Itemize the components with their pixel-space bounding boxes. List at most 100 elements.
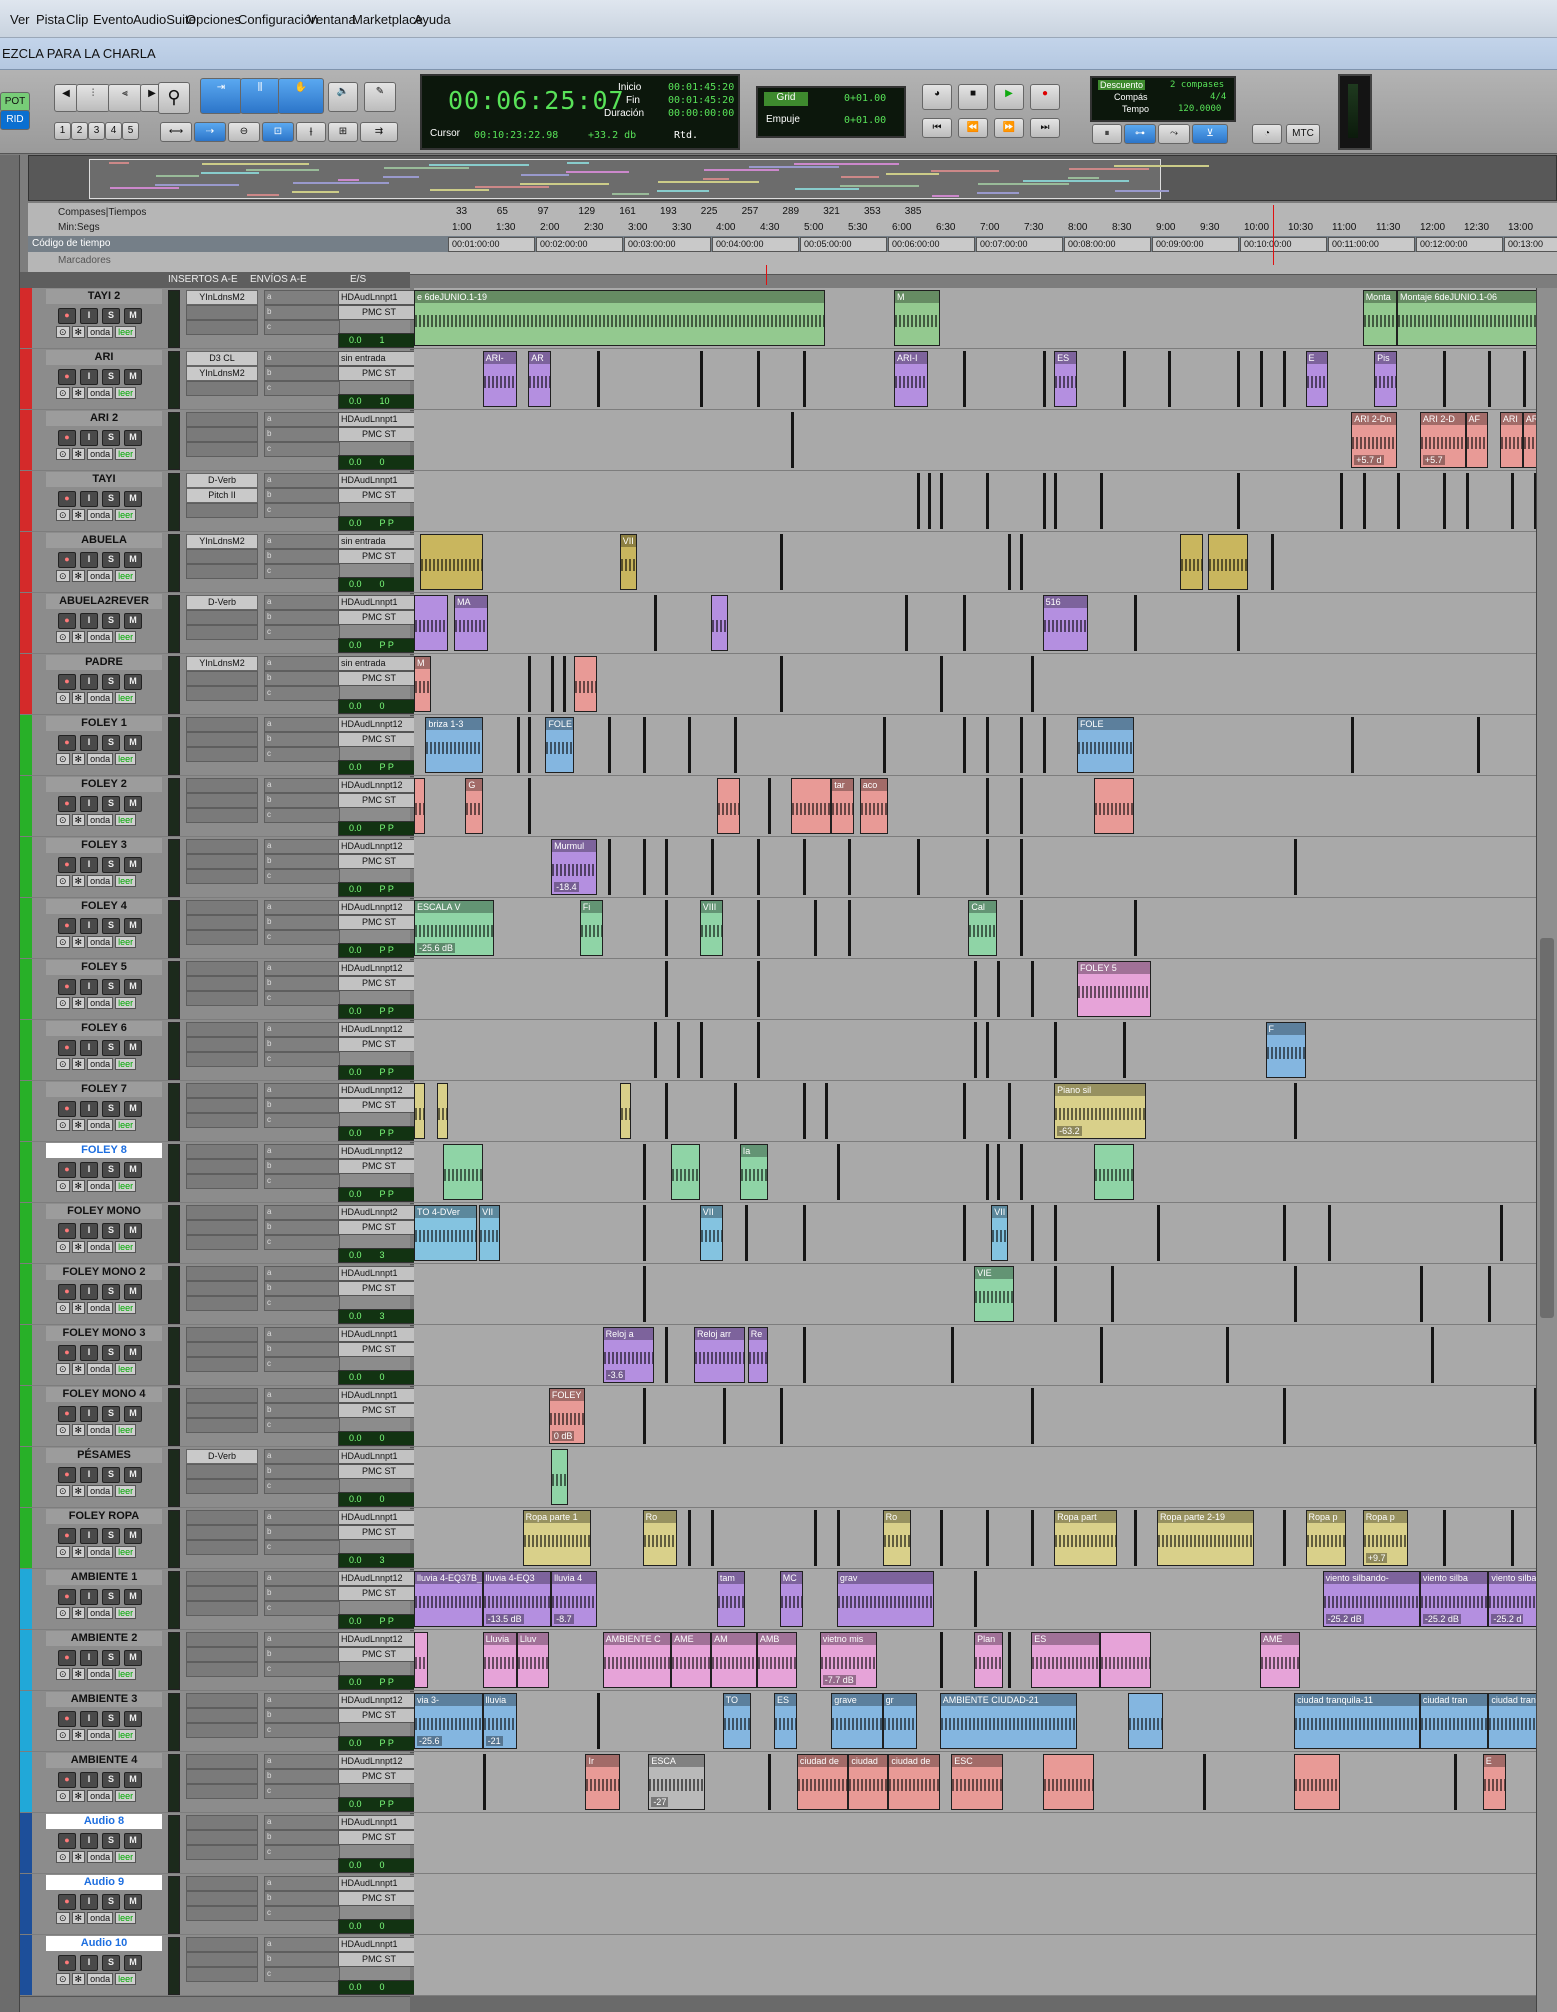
input-monitor-button[interactable]: I xyxy=(80,430,98,446)
insert-slot-empty[interactable] xyxy=(186,549,258,564)
send-slot[interactable]: a xyxy=(264,900,340,915)
pan-value[interactable]: 0 xyxy=(380,1921,385,1931)
output-selector[interactable]: PMC ST xyxy=(338,610,418,625)
automation-mode-selector[interactable]: leer xyxy=(115,692,137,704)
track-name[interactable]: ABUELA xyxy=(46,533,162,548)
volume-value[interactable]: 0.0 xyxy=(349,1921,362,1931)
side-panel-collapsed[interactable] xyxy=(0,155,20,2012)
track-color-bar[interactable] xyxy=(20,1813,32,1873)
audio-clip[interactable]: MA xyxy=(454,595,489,651)
clip-gain[interactable]: -18.4 xyxy=(554,882,579,892)
short-clip-mark[interactable] xyxy=(756,961,760,1017)
grid-value[interactable]: 0+01.00 xyxy=(844,93,886,104)
audio-clip[interactable]: e 6deJUNIO.1-19 xyxy=(414,290,826,346)
short-clip-mark[interactable] xyxy=(665,1083,669,1139)
input-monitor-button[interactable]: I xyxy=(80,1528,98,1544)
short-clip-mark[interactable] xyxy=(1031,961,1035,1017)
pan-value[interactable]: P P xyxy=(380,823,394,833)
track-view-selector[interactable]: onda xyxy=(87,1180,114,1192)
volume-pan-readout[interactable]: 0.0 0 xyxy=(338,577,416,592)
output-selector[interactable]: PMC ST xyxy=(338,1464,418,1479)
send-slot[interactable]: a xyxy=(264,1022,340,1037)
short-clip-mark[interactable] xyxy=(676,1022,680,1078)
short-clip-mark[interactable] xyxy=(1236,473,1240,529)
rec-arm-button[interactable]: ● xyxy=(58,1162,76,1178)
audio-clip[interactable] xyxy=(442,1144,483,1200)
short-clip-mark[interactable] xyxy=(1488,351,1492,407)
solo-button[interactable]: S xyxy=(102,1589,120,1605)
tempo-map-icon[interactable]: ⊻ xyxy=(1192,124,1228,144)
rec-arm-button[interactable]: ● xyxy=(58,1711,76,1727)
track-view-selector[interactable]: onda xyxy=(87,753,114,765)
track-name[interactable]: TAYI xyxy=(46,472,162,487)
volume-pan-readout[interactable]: 0.0 P P xyxy=(338,1736,416,1751)
mute-button[interactable]: M xyxy=(124,430,142,446)
automation-mode-selector[interactable]: leer xyxy=(115,997,137,1009)
output-selector[interactable]: PMC ST xyxy=(338,671,418,686)
track-color-bar[interactable] xyxy=(20,715,32,775)
insert-slot-empty[interactable] xyxy=(186,1815,258,1830)
sync-icon[interactable]: ◔ xyxy=(1252,124,1282,144)
freeze-icon[interactable]: ✻ xyxy=(71,570,86,582)
automation-icon[interactable]: ⊙ xyxy=(56,1546,70,1558)
volume-value[interactable]: 0.0 xyxy=(349,1311,362,1321)
automation-mode-selector[interactable]: leer xyxy=(115,387,137,399)
input-monitor-button[interactable]: I xyxy=(80,1223,98,1239)
pan-value[interactable]: P P xyxy=(380,1616,394,1626)
track-name[interactable]: ARI 2 xyxy=(46,411,162,426)
audio-clip[interactable]: VII xyxy=(699,1205,723,1261)
rec-arm-button[interactable]: ● xyxy=(58,1894,76,1910)
output-selector[interactable]: PMC ST xyxy=(338,1037,418,1052)
mtc-button[interactable]: MTC xyxy=(1286,124,1320,144)
track-name[interactable]: Audio 10 xyxy=(46,1936,162,1951)
send-slot[interactable]: b xyxy=(264,1098,340,1113)
volume-pan-readout[interactable]: 0.0 0 xyxy=(338,1492,416,1507)
insert-slot-empty[interactable] xyxy=(186,610,258,625)
input-selector[interactable]: HDAudLnnpt1 xyxy=(338,1815,418,1830)
short-clip-mark[interactable] xyxy=(1134,900,1138,956)
solo-button[interactable]: S xyxy=(102,1406,120,1422)
pan-value[interactable]: 0 xyxy=(380,1372,385,1382)
rewind-icon[interactable]: ⏪ xyxy=(958,118,988,138)
clip-gain[interactable]: -25.2 d xyxy=(1491,1614,1524,1624)
track-lane[interactable]: M xyxy=(414,654,1557,714)
short-clip-mark[interactable] xyxy=(1294,839,1298,895)
automation-mode-selector[interactable]: leer xyxy=(115,1241,137,1253)
send-slot[interactable]: a xyxy=(264,595,340,610)
clip-gain[interactable]: -25.2 dB xyxy=(1422,1614,1461,1624)
output-selector[interactable]: PMC ST xyxy=(338,976,418,991)
output-selector[interactable]: PMC ST xyxy=(338,549,418,564)
send-slot[interactable]: b xyxy=(264,1769,340,1784)
send-slot[interactable]: b xyxy=(264,1220,340,1235)
output-selector[interactable]: PMC ST xyxy=(338,427,418,442)
link-track-icon[interactable]: ⇉ xyxy=(360,122,398,142)
short-clip-mark[interactable] xyxy=(768,1754,772,1810)
audio-clip[interactable]: lluvia 4-EQ3 -13.5 dB xyxy=(482,1571,552,1627)
menu-item-8[interactable]: Marketplace xyxy=(352,12,423,27)
audio-clip[interactable]: 516 xyxy=(1042,595,1089,651)
volume-value[interactable]: 0.0 xyxy=(349,640,362,650)
short-clip-mark[interactable] xyxy=(985,1510,989,1566)
insert-slot-empty[interactable] xyxy=(186,1479,258,1494)
mute-button[interactable]: M xyxy=(124,1467,142,1483)
short-clip-mark[interactable] xyxy=(939,473,943,529)
short-clip-mark[interactable] xyxy=(1134,595,1138,651)
short-clip-mark[interactable] xyxy=(1294,1083,1298,1139)
mute-button[interactable]: M xyxy=(124,796,142,812)
rec-arm-button[interactable]: ● xyxy=(58,1772,76,1788)
mute-button[interactable]: M xyxy=(124,1040,142,1056)
short-clip-mark[interactable] xyxy=(962,351,966,407)
input-selector[interactable]: HDAudLnnpt1 xyxy=(338,1876,418,1891)
insert-slot-empty[interactable] xyxy=(186,1891,258,1906)
short-clip-mark[interactable] xyxy=(791,412,795,468)
output-selector[interactable]: PMC ST xyxy=(338,915,418,930)
send-slot[interactable]: a xyxy=(264,961,340,976)
send-slot[interactable]: b xyxy=(264,1281,340,1296)
rec-arm-button[interactable]: ● xyxy=(58,674,76,690)
send-slot[interactable]: b xyxy=(264,1952,340,1967)
track-name[interactable]: ABUELA2REVER xyxy=(46,594,162,609)
audio-clip[interactable]: AMBIENTE C xyxy=(602,1632,672,1688)
input-monitor-button[interactable]: I xyxy=(80,1040,98,1056)
short-clip-mark[interactable] xyxy=(1282,1510,1286,1566)
track-view-selector[interactable]: onda xyxy=(87,1912,114,1924)
